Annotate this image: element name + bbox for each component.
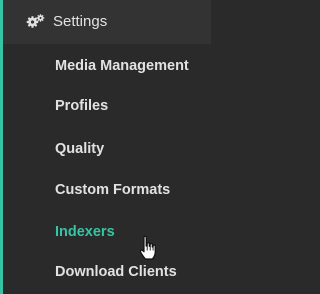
sidebar-item-quality[interactable]: Quality — [3, 129, 211, 169]
gears-icon — [26, 13, 46, 29]
section-title: Settings — [53, 13, 108, 30]
sidebar-item-label: Profiles — [55, 98, 109, 114]
sidebar-item-custom-formats[interactable]: Custom Formats — [3, 170, 211, 210]
sidebar-item-label: Media Management — [55, 58, 189, 74]
sidebar-item-label: Download Clients — [55, 264, 177, 280]
settings-sidebar: Settings Media Management Profiles Quali… — [0, 0, 211, 294]
sidebar-item-label: Indexers — [55, 224, 115, 240]
sidebar-item-profiles[interactable]: Profiles — [3, 86, 211, 126]
sidebar-item-label: Quality — [55, 141, 105, 157]
sidebar-item-media-management[interactable]: Media Management — [3, 46, 211, 86]
sidebar-item-label: Custom Formats — [55, 182, 171, 198]
sidebar-item-indexers[interactable]: Indexers — [3, 212, 211, 252]
sidebar-section-settings[interactable]: Settings — [3, 0, 211, 44]
sidebar-item-download-clients[interactable]: Download Clients — [3, 252, 211, 292]
